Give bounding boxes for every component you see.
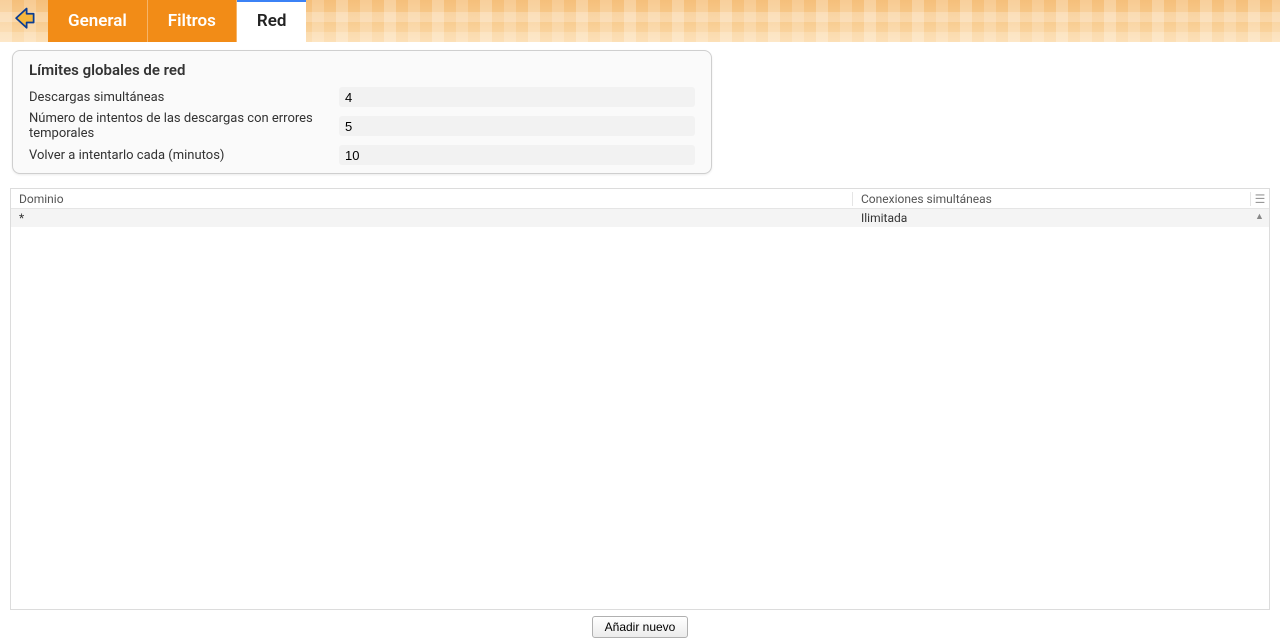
field-label-retry-interval: Volver a intentarlo cada (minutos)	[29, 148, 339, 163]
cell-connections: Ilimitada	[853, 211, 1269, 225]
back-arrow-icon	[10, 5, 38, 37]
field-label-retry-count: Número de intentos de las descargas con …	[29, 111, 339, 141]
field-row-simultaneous-downloads: Descargas simultáneas	[13, 85, 711, 109]
field-input-retry-interval[interactable]	[339, 145, 695, 165]
grid-body[interactable]: * Ilimitada ▲	[11, 209, 1269, 609]
chevron-up-icon: ▲	[1255, 212, 1264, 222]
field-row-retry-count: Número de intentos de las descargas con …	[13, 109, 711, 143]
tabbar: General Filtros Red	[0, 0, 1280, 42]
back-button[interactable]	[0, 0, 48, 42]
tab-red[interactable]: Red	[237, 0, 307, 42]
cell-domain: *	[11, 211, 853, 225]
table-row[interactable]: * Ilimitada ▲	[11, 209, 1269, 227]
hamburger-icon: ☰	[1255, 192, 1266, 206]
tab-filtros[interactable]: Filtros	[148, 0, 237, 42]
grid-header-connections[interactable]: Conexiones simultáneas	[853, 192, 1251, 206]
domain-limits-grid: Dominio Conexiones simultáneas ☰ * Ilimi…	[10, 188, 1270, 610]
footer: Añadir nuevo	[0, 610, 1280, 638]
field-input-retry-count[interactable]	[339, 116, 695, 136]
grid-header-menu-button[interactable]: ☰	[1251, 192, 1269, 206]
field-row-retry-interval: Volver a intentarlo cada (minutos)	[13, 143, 711, 167]
tab-general[interactable]: General	[48, 0, 148, 42]
content-area: Límites globales de red Descargas simult…	[0, 42, 1280, 174]
add-new-button[interactable]: Añadir nuevo	[592, 616, 689, 638]
field-input-simultaneous-downloads[interactable]	[339, 87, 695, 107]
row-spinner-up-button[interactable]: ▲	[1255, 211, 1265, 222]
field-label-simultaneous-downloads: Descargas simultáneas	[29, 90, 339, 105]
global-network-limits-panel: Límites globales de red Descargas simult…	[12, 50, 712, 174]
panel-title: Límites globales de red	[13, 51, 711, 85]
grid-header: Dominio Conexiones simultáneas ☰	[11, 189, 1269, 209]
grid-header-domain[interactable]: Dominio	[11, 192, 853, 206]
